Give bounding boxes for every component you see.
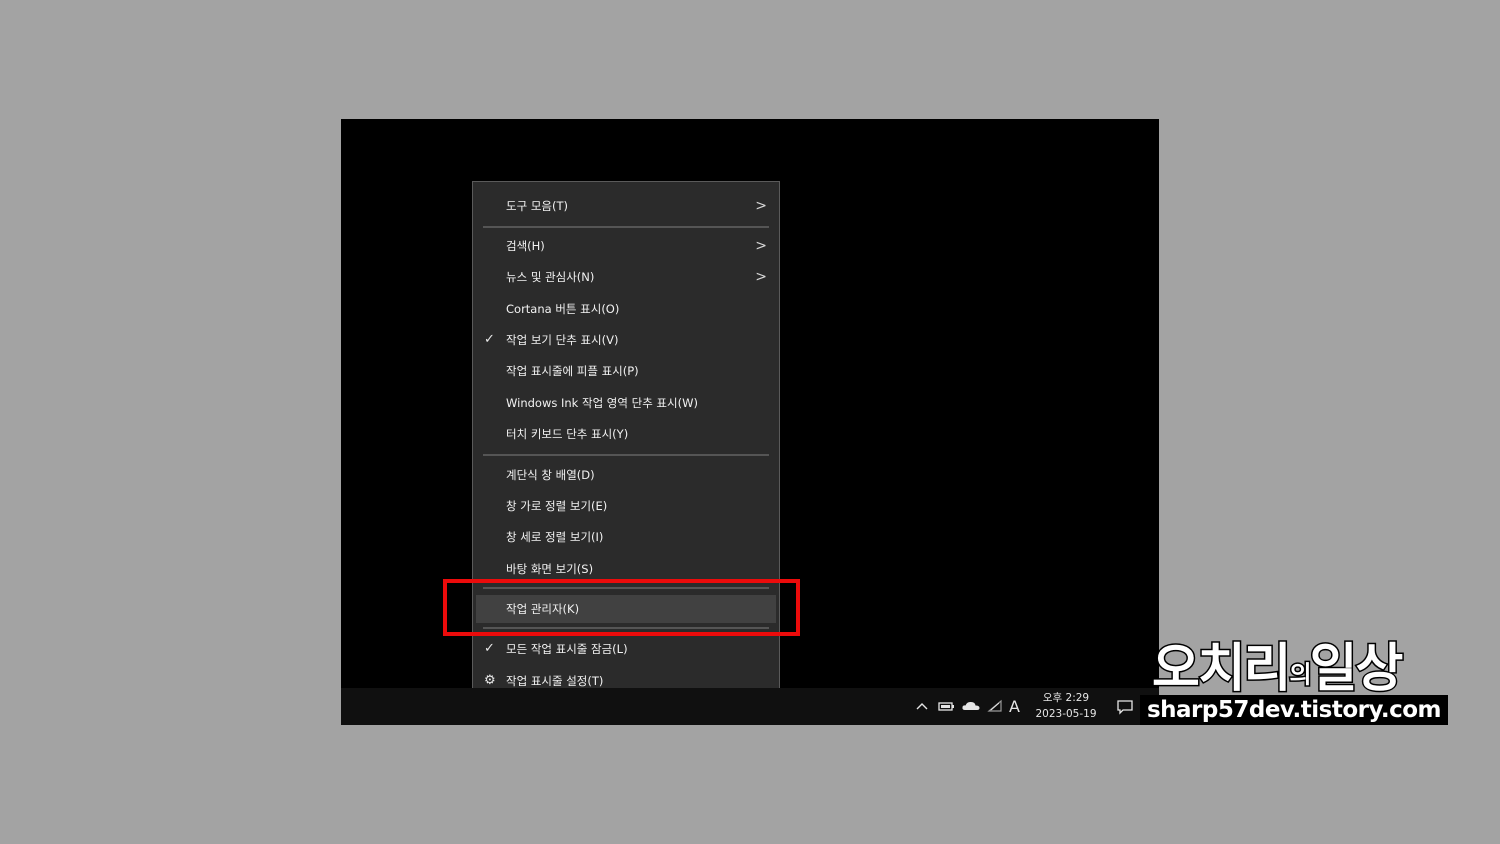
menu-item-label: 계단식 창 배열(D)	[506, 468, 595, 482]
menu-item-task-view-button[interactable]: ✓ 작업 보기 단추 표시(V)	[473, 326, 779, 354]
chevron-right-icon: >	[755, 198, 767, 214]
checkmark-icon: ✓	[484, 332, 495, 347]
menu-item-windows-ink[interactable]: Windows Ink 작업 영역 단추 표시(W)	[473, 389, 779, 417]
menu-item-label: 작업 표시줄 설정(T)	[506, 674, 604, 688]
menu-item-label: 뉴스 및 관심사(N)	[506, 270, 595, 284]
menu-item-label: 바탕 화면 보기(S)	[506, 562, 594, 576]
menu-item-toolbars[interactable]: 도구 모음(T) >	[473, 192, 779, 220]
menu-item-label: 터치 키보드 단추 표시(Y)	[506, 427, 629, 441]
menu-item-cascade-windows[interactable]: 계단식 창 배열(D)	[473, 461, 779, 489]
onedrive-cloud-icon[interactable]	[961, 700, 981, 712]
menu-item-news-interests[interactable]: 뉴스 및 관심사(N) >	[473, 263, 779, 291]
menu-item-label: Windows Ink 작업 영역 단추 표시(W)	[506, 396, 698, 410]
taskbar: A 오후 2:29 2023-05-19	[341, 688, 1159, 725]
menu-item-label: Cortana 버튼 표시(O)	[506, 302, 620, 316]
menu-item-touch-keyboard[interactable]: 터치 키보드 단추 표시(Y)	[473, 420, 779, 448]
menu-item-label: 작업 표시줄에 피플 표시(P)	[506, 364, 639, 378]
watermark-url: sharp57dev.tistory.com	[1140, 695, 1448, 725]
menu-item-label: 작업 보기 단추 표시(V)	[506, 333, 619, 347]
chevron-up-icon[interactable]	[915, 701, 929, 711]
task-manager-highlight-box	[443, 579, 800, 636]
menu-item-stacked-windows[interactable]: 창 가로 정렬 보기(E)	[473, 492, 779, 520]
menu-item-side-by-side[interactable]: 창 세로 정렬 보기(I)	[473, 523, 779, 551]
watermark-title-main: 오치리	[1151, 638, 1294, 701]
menu-item-label: 창 가로 정렬 보기(E)	[506, 499, 608, 513]
watermark-title: 오치리의일상	[1151, 626, 1405, 701]
menu-separator	[483, 454, 769, 456]
menu-item-label: 도구 모음(T)	[506, 199, 568, 213]
battery-icon[interactable]	[937, 700, 955, 712]
menu-item-label: 모든 작업 표시줄 잠금(L)	[506, 642, 628, 656]
watermark-title-small: 의	[1288, 659, 1313, 690]
network-icon[interactable]	[987, 699, 1003, 713]
menu-item-cortana-button[interactable]: Cortana 버튼 표시(O)	[473, 295, 779, 323]
menu-item-search[interactable]: 검색(H) >	[473, 232, 779, 260]
menu-item-lock-taskbars[interactable]: ✓ 모든 작업 표시줄 잠금(L)	[473, 635, 779, 663]
chevron-right-icon: >	[755, 269, 767, 285]
clock-time: 오후 2:29	[1042, 692, 1090, 704]
checkmark-icon: ✓	[484, 641, 495, 656]
menu-item-label: 창 세로 정렬 보기(I)	[506, 530, 604, 544]
clock-date: 2023-05-19	[1035, 708, 1097, 720]
menu-item-people[interactable]: 작업 표시줄에 피플 표시(P)	[473, 357, 779, 385]
chevron-right-icon: >	[755, 238, 767, 254]
taskbar-clock[interactable]: 오후 2:29 2023-05-19	[1031, 690, 1101, 724]
watermark-title-end: 일상	[1308, 638, 1405, 701]
action-center-icon[interactable]	[1116, 699, 1134, 715]
ime-indicator[interactable]: A	[1009, 697, 1020, 716]
menu-item-label: 검색(H)	[506, 239, 545, 253]
menu-separator	[483, 226, 769, 228]
